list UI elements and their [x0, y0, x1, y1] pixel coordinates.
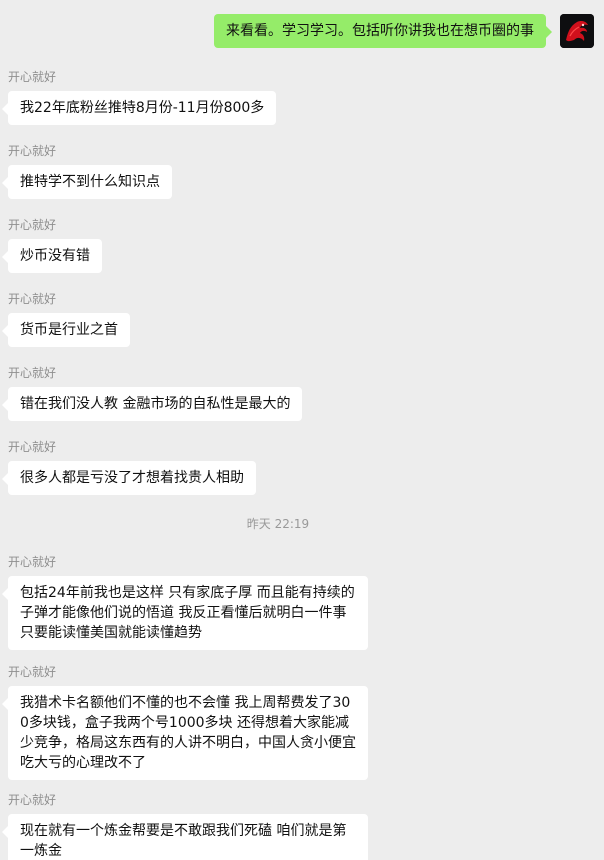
sender-name: 开心就好 [8, 440, 57, 454]
sender-name: 开心就好 [8, 292, 57, 306]
sender-name: 开心就好 [8, 366, 57, 380]
sender-name: 开心就好 [8, 70, 57, 84]
message-bubble[interactable]: 货币是行业之首 [2, 313, 130, 347]
message-bubble[interactable]: 炒币没有错 [2, 239, 102, 273]
message-bubble[interactable]: 包括24年前我也是这样 只有家底子厚 而且能有持续的子弹才能像他们说的悟道 我反… [2, 576, 368, 650]
message-bubble[interactable]: 错在我们没人教 金融市场的自私性是最大的 [1, 387, 303, 421]
incoming-message: 开心就好 我22年底粉丝推特8月份-11月份800多 [1, 69, 277, 125]
message-bubble[interactable]: 很多人都是亏没了才想着找贵人相助 [2, 461, 256, 495]
user-avatar[interactable] [560, 14, 594, 48]
incoming-message: 开心就好 推特学不到什么知识点 [2, 143, 172, 199]
outgoing-bubble[interactable]: 来看看。学习学习。包括听你讲我也在想币圈的事 [214, 14, 552, 48]
message-bubble[interactable]: 我22年底粉丝推特8月份-11月份800多 [1, 91, 277, 125]
outgoing-message: 来看看。学习学习。包括听你讲我也在想币圈的事 [214, 14, 594, 48]
incoming-message: 开心就好 我猎术卡名额他们不懂的也不会懂 我上周帮费发了300多块钱，盒子我两个… [2, 664, 368, 780]
incoming-message: 开心就好 包括24年前我也是这样 只有家底子厚 而且能有持续的子弹才能像他们说的… [2, 554, 368, 650]
incoming-message: 开心就好 货币是行业之首 [2, 291, 130, 347]
incoming-message: 开心就好 很多人都是亏没了才想着找贵人相助 [2, 439, 256, 495]
sender-name: 开心就好 [8, 793, 57, 807]
incoming-message: 开心就好 错在我们没人教 金融市场的自私性是最大的 [1, 365, 303, 421]
sender-name: 开心就好 [8, 555, 57, 569]
sender-name: 开心就好 [8, 665, 57, 679]
message-bubble[interactable]: 现在就有一个炼金帮要是不敢跟我们死磕 咱们就是第一炼金 [2, 814, 368, 860]
message-bubble[interactable]: 我猎术卡名额他们不懂的也不会懂 我上周帮费发了300多块钱，盒子我两个号1000… [2, 686, 368, 780]
message-bubble[interactable]: 推特学不到什么知识点 [2, 165, 172, 199]
red-dragon-icon [560, 14, 594, 48]
sender-name: 开心就好 [8, 218, 57, 232]
sender-name: 开心就好 [8, 144, 57, 158]
timestamp-divider: 昨天 22:19 [246, 517, 310, 531]
incoming-message: 开心就好 炒币没有错 [2, 217, 102, 273]
chat-window: 来看看。学习学习。包括听你讲我也在想币圈的事 开心就好 我22年底粉丝推特8月份… [0, 0, 604, 860]
incoming-message: 开心就好 现在就有一个炼金帮要是不敢跟我们死磕 咱们就是第一炼金 [2, 792, 368, 860]
